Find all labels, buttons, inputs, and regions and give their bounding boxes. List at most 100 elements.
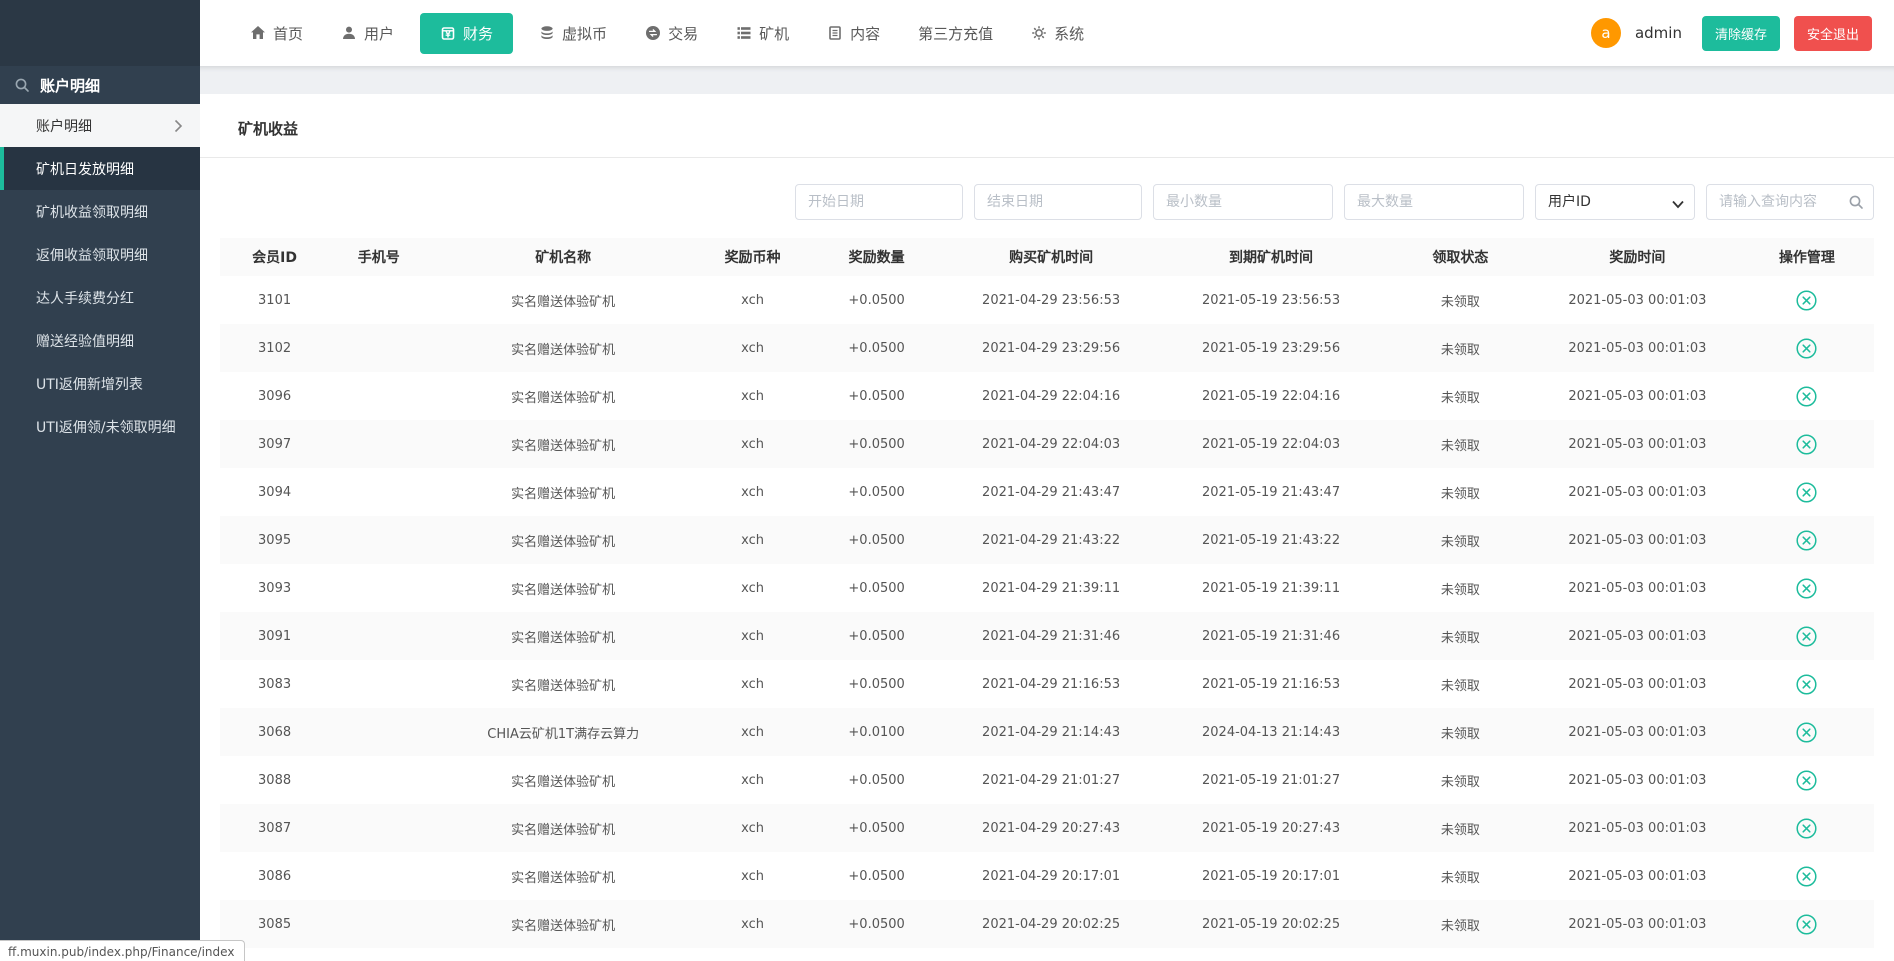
cell: 2021-04-29 23:29:56 xyxy=(946,341,1156,356)
sidebar-item-miner-daily-grant[interactable]: 矿机日发放明细 xyxy=(0,147,200,190)
nav-item-system[interactable]: 系统 xyxy=(1019,13,1096,54)
cell: 2021-05-03 00:01:03 xyxy=(1535,869,1740,884)
circle-x-icon[interactable] xyxy=(1796,722,1817,743)
table-row: 3097实名赠送体验矿机xch+0.05002021-04-29 22:04:0… xyxy=(220,420,1874,468)
cell: 未领取 xyxy=(1386,867,1535,886)
nav-items: 首页 用户 ¥财务 虚拟币 交易矿机内容 第三方充值 系统 xyxy=(238,13,1096,54)
circle-x-icon[interactable] xyxy=(1796,386,1817,407)
cell: xch xyxy=(698,389,807,404)
cell: 实名赠送体验矿机 xyxy=(428,435,698,454)
cell: 2021-05-19 22:04:03 xyxy=(1156,437,1386,452)
logout-button[interactable]: 安全退出 xyxy=(1794,16,1872,51)
max-amount-input[interactable] xyxy=(1344,184,1524,220)
cell: 2021-04-29 22:04:03 xyxy=(946,437,1156,452)
min-amount-input[interactable] xyxy=(1153,184,1333,220)
nav-item-label: 首页 xyxy=(273,23,303,44)
circle-x-icon[interactable] xyxy=(1796,578,1817,599)
sidebar-item-uti-rebate-claim[interactable]: UTI返佣领/未领取明细 xyxy=(0,405,200,448)
circle-x-icon[interactable] xyxy=(1796,434,1817,455)
cell: 2021-05-03 00:01:03 xyxy=(1535,917,1740,932)
home-icon xyxy=(250,25,266,41)
circle-x-icon[interactable] xyxy=(1796,482,1817,503)
nav-item-finance[interactable]: ¥财务 xyxy=(420,13,513,54)
nav-item-thirdparty[interactable]: 第三方充值 xyxy=(906,13,1005,54)
cell: 2021-05-03 00:01:03 xyxy=(1535,725,1740,740)
circle-x-icon[interactable] xyxy=(1796,626,1817,647)
sidebar: 账户明细 账户明细矿机日发放明细矿机收益领取明细返佣收益领取明细达人手续费分红赠… xyxy=(0,0,200,961)
cell: 未领取 xyxy=(1386,531,1535,550)
nav-item-label: 第三方充值 xyxy=(918,23,993,44)
cell: 2021-05-03 00:01:03 xyxy=(1535,677,1740,692)
page-title: 矿机收益 xyxy=(238,118,1872,139)
circle-x-icon[interactable] xyxy=(1796,818,1817,839)
cell: 3091 xyxy=(220,629,329,644)
cell: 未领取 xyxy=(1386,627,1535,646)
nav-item-crypto[interactable]: 虚拟币 xyxy=(527,13,619,54)
cell: 未领取 xyxy=(1386,723,1535,742)
column-header: 购买矿机时间 xyxy=(946,247,1156,267)
cell: 2021-05-03 00:01:03 xyxy=(1535,629,1740,644)
cell: 2021-04-29 20:27:43 xyxy=(946,821,1156,836)
cell: 实名赠送体验矿机 xyxy=(428,291,698,310)
circle-x-icon[interactable] xyxy=(1796,530,1817,551)
circle-x-icon[interactable] xyxy=(1796,866,1817,887)
cell: 2021-05-03 00:01:03 xyxy=(1535,533,1740,548)
cell: 实名赠送体验矿机 xyxy=(428,675,698,694)
cell: 实名赠送体验矿机 xyxy=(428,387,698,406)
column-header: 领取状态 xyxy=(1386,247,1535,267)
topbar-right: a admin 清除缓存 安全退出 xyxy=(1591,16,1872,51)
circle-x-icon[interactable] xyxy=(1796,290,1817,311)
cell: 3093 xyxy=(220,581,329,596)
sidebar-item-miner-income-claim[interactable]: 矿机收益领取明细 xyxy=(0,190,200,233)
sidebar-item-master-fee-dividend[interactable]: 达人手续费分红 xyxy=(0,276,200,319)
nav-item-miner[interactable]: 矿机 xyxy=(724,13,801,54)
sidebar-item-gift-exp-detail[interactable]: 赠送经验值明细 xyxy=(0,319,200,362)
table-row: 3083实名赠送体验矿机xch+0.05002021-04-29 21:16:5… xyxy=(220,660,1874,708)
search-input[interactable] xyxy=(1706,184,1874,220)
cell: +0.0500 xyxy=(807,917,946,932)
cell: 未领取 xyxy=(1386,387,1535,406)
cell: 未领取 xyxy=(1386,483,1535,502)
cell: 未领取 xyxy=(1386,915,1535,934)
cell: +0.0500 xyxy=(807,341,946,356)
circle-x-icon[interactable] xyxy=(1796,770,1817,791)
circle-x-icon[interactable] xyxy=(1796,914,1817,935)
clear-cache-button[interactable]: 清除缓存 xyxy=(1702,16,1780,51)
circle-x-icon[interactable] xyxy=(1796,674,1817,695)
cell: xch xyxy=(698,533,807,548)
chevron-right-icon xyxy=(170,118,186,134)
cell: 2021-04-29 21:43:22 xyxy=(946,533,1156,548)
cell: +0.0500 xyxy=(807,437,946,452)
avatar[interactable]: a xyxy=(1591,18,1621,48)
nav-item-trade[interactable]: 交易 xyxy=(633,13,710,54)
sidebar-item-account-detail[interactable]: 账户明细 xyxy=(0,104,200,147)
cell: 未领取 xyxy=(1386,771,1535,790)
cell: 2021-04-29 21:01:27 xyxy=(946,773,1156,788)
start-date-input[interactable] xyxy=(795,184,963,220)
cell: 2021-04-29 22:04:16 xyxy=(946,389,1156,404)
sidebar-item-rebate-income-claim[interactable]: 返佣收益领取明细 xyxy=(0,233,200,276)
cell: 3102 xyxy=(220,341,329,356)
cell: +0.0500 xyxy=(807,677,946,692)
nav-item-users[interactable]: 用户 xyxy=(329,13,406,54)
page-header: 矿机收益 xyxy=(200,94,1894,158)
sidebar-item-uti-rebate-new-list[interactable]: UTI返佣新增列表 xyxy=(0,362,200,405)
content-top-strip xyxy=(200,66,1894,94)
sidebar-section-header: 账户明细 xyxy=(0,66,200,104)
nav-item-content[interactable]: 内容 xyxy=(815,13,892,54)
cell: 2021-05-19 23:29:56 xyxy=(1156,341,1386,356)
column-header: 奖励数量 xyxy=(807,247,946,267)
nav-item-label: 虚拟币 xyxy=(562,23,607,44)
table-row: 3095实名赠送体验矿机xch+0.05002021-04-29 21:43:2… xyxy=(220,516,1874,564)
cell: 2021-04-29 21:14:43 xyxy=(946,725,1156,740)
end-date-input[interactable] xyxy=(974,184,1142,220)
circle-x-icon[interactable] xyxy=(1796,338,1817,359)
cell: 2021-04-29 20:17:01 xyxy=(946,869,1156,884)
sidebar-item-label: 赠送经验值明细 xyxy=(36,331,134,351)
nav-item-home[interactable]: 首页 xyxy=(238,13,315,54)
cell: 未领取 xyxy=(1386,579,1535,598)
cell: 2021-05-19 21:31:46 xyxy=(1156,629,1386,644)
table-row: 3101实名赠送体验矿机xch+0.05002021-04-29 23:56:5… xyxy=(220,276,1874,324)
user-id-select[interactable]: 用户ID xyxy=(1535,184,1695,220)
sidebar-item-label: 账户明细 xyxy=(36,116,92,136)
